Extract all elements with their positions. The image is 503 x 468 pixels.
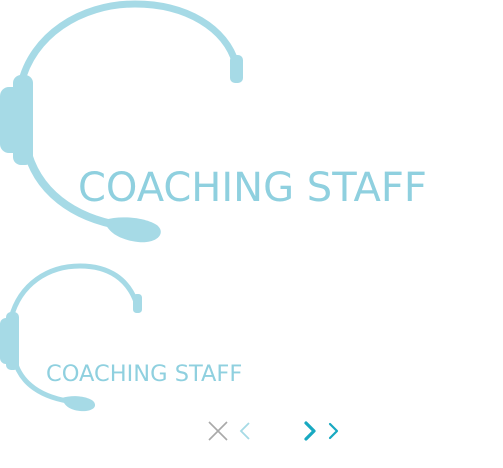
double-chevron-right-icon bbox=[304, 421, 339, 441]
previous-button[interactable] bbox=[236, 418, 254, 444]
coaching-staff-logo-large: COACHING STAFF bbox=[0, 0, 503, 250]
logo-text: COACHING STAFF bbox=[78, 165, 427, 211]
next-button[interactable] bbox=[300, 418, 344, 444]
chevron-left-icon bbox=[239, 422, 250, 440]
logo-text: COACHING STAFF bbox=[46, 361, 243, 387]
headset-icon bbox=[0, 263, 142, 412]
close-icon bbox=[208, 421, 228, 441]
headset-icon bbox=[0, 0, 243, 243]
coaching-staff-logo-small: COACHING STAFF bbox=[0, 262, 503, 422]
close-button[interactable] bbox=[205, 418, 231, 444]
